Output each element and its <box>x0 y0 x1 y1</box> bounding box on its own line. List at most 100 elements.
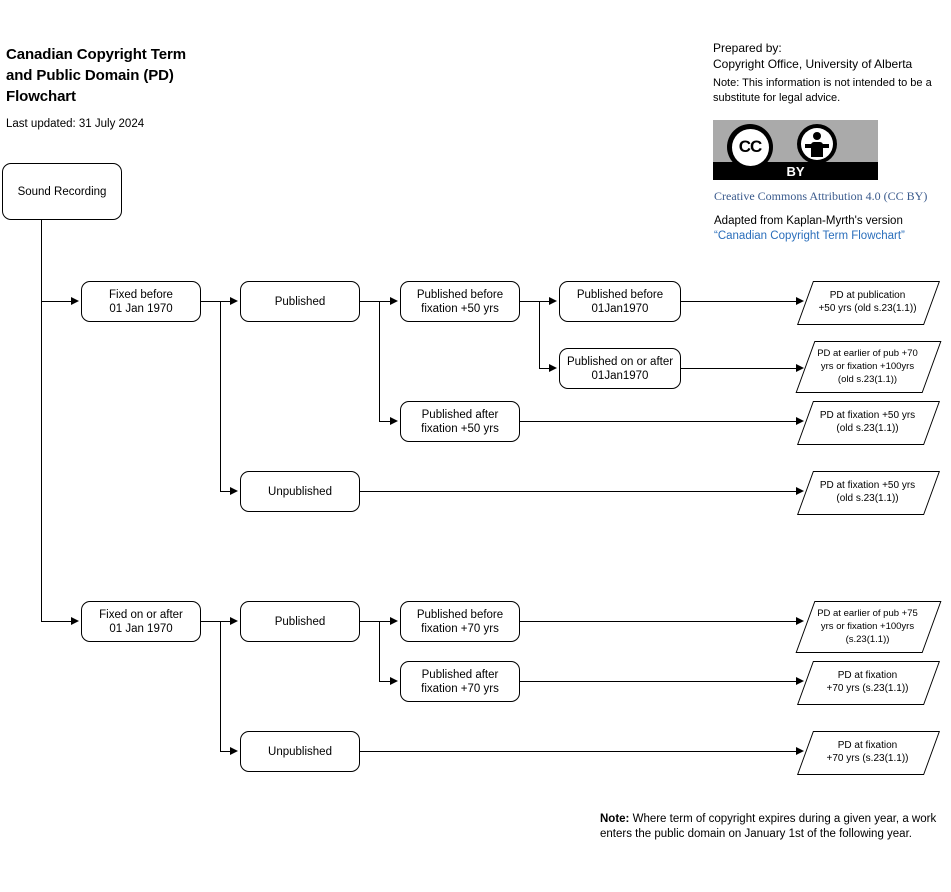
node-published-after-fixation-50[interactable]: Published after fixation +50 yrs <box>400 401 520 442</box>
outcome-line-1: PD at earlier of pub +75 <box>817 607 918 619</box>
arrow-to-o1 <box>796 297 804 305</box>
node-label-line-2: 01Jan1970 <box>591 369 649 382</box>
connector-publisheda-vert <box>379 301 381 421</box>
arrow-to-o7 <box>796 747 804 755</box>
footnote-label: Note: <box>600 813 630 825</box>
outcome-text: PD at earlier of pub +75 yrs or fixation… <box>813 607 922 646</box>
outcome-line-1: PD at fixation <box>837 670 898 681</box>
node-published-post1970[interactable]: Published <box>240 601 360 642</box>
outcome-text: PD at fixation +50 yrs (old s.23(1.1)) <box>816 409 919 435</box>
connector-root-to-fixed-pre <box>41 301 73 303</box>
prepared-by-block: Prepared by: Copyright Office, Universit… <box>713 40 948 72</box>
outcome-pd-fixation-50-a[interactable]: PD at fixation +50 yrs (old s.23(1.1)) <box>796 401 941 445</box>
outcome-line-2: yrs or fixation +100yrs <box>820 360 915 372</box>
connector-fixedpost-vert <box>220 621 222 751</box>
outcome-pd-earlier-pub75-fixation100[interactable]: PD at earlier of pub +75 yrs or fixation… <box>795 601 942 653</box>
cc-by-label: BY <box>786 164 805 179</box>
license-link[interactable]: Creative Commons Attribution 4.0 (CC BY) <box>714 189 927 204</box>
outcome-line-2: (old s.23(1.1)) <box>836 493 899 504</box>
node-unpublished-post1970[interactable]: Unpublished <box>240 731 360 772</box>
page-title: Canadian Copyright Term and Public Domai… <box>6 44 306 107</box>
connector-pbf70-to-o5 <box>520 621 798 623</box>
outcome-line-3: (old s.23(1.1)) <box>837 373 898 385</box>
node-label: Published <box>274 615 326 628</box>
prepared-by-organization: Copyright Office, University of Alberta <box>713 57 913 71</box>
outcome-pd-earlier-pub70-fixation100[interactable]: PD at earlier of pub +70 yrs or fixation… <box>795 341 942 393</box>
adapted-from-block: Adapted from Kaplan-Myrth's version “Can… <box>714 214 905 244</box>
node-label-line-1: Published after <box>421 668 499 681</box>
arrow-to-published-a <box>230 297 238 305</box>
original-flowchart-link[interactable]: “Canadian Copyright Term Flowchart” <box>714 230 905 242</box>
connector-fixedpre-out <box>201 301 221 303</box>
connector-paf50-to-o3 <box>520 421 798 423</box>
node-label-line-2: fixation +50 yrs <box>421 422 499 435</box>
node-label-line-1: Published before <box>416 288 504 301</box>
node-fixed-on-or-after-1970[interactable]: Fixed on or after 01 Jan 1970 <box>81 601 201 642</box>
prepared-by-label: Prepared by: <box>713 41 782 55</box>
person-shape <box>801 128 833 160</box>
last-updated-text: Last updated: 31 July 2024 <box>6 118 145 130</box>
node-label-line-1: Fixed before <box>109 288 173 301</box>
node-label-line-1: Published on or after <box>566 355 674 368</box>
connector-root-spine <box>41 220 43 622</box>
arrow-to-published-b <box>230 617 238 625</box>
node-published-before-fixation-50[interactable]: Published before fixation +50 yrs <box>400 281 520 322</box>
arrow-to-o3 <box>796 417 804 425</box>
outcome-pd-fixation-70-b[interactable]: PD at fixation +70 yrs (s.23(1.1)) <box>796 731 941 775</box>
node-label: Unpublished <box>268 745 332 758</box>
person-head <box>813 132 821 140</box>
connector-publisheda-out <box>360 301 380 303</box>
node-unpublished-pre1970[interactable]: Unpublished <box>240 471 360 512</box>
arrow-to-unpublished-a <box>230 487 238 495</box>
connector-publishedb-out <box>360 621 380 623</box>
arrow-to-pre1970 <box>549 297 557 305</box>
arrow-to-fixed-pre <box>71 297 79 305</box>
outcome-text: PD at earlier of pub +70 yrs or fixation… <box>813 347 922 386</box>
outcome-line-2: (old s.23(1.1)) <box>836 423 899 434</box>
creative-commons-badge-icon: CC BY <box>713 120 878 180</box>
node-published-before-fixation-70[interactable]: Published before fixation +70 yrs <box>400 601 520 642</box>
node-label-line-1: Fixed on or after <box>99 608 183 621</box>
arrow-to-o6 <box>796 677 804 685</box>
node-published-on-or-after-01jan1970[interactable]: Published on or after 01Jan1970 <box>559 348 681 389</box>
node-published-after-fixation-70[interactable]: Published after fixation +70 yrs <box>400 661 520 702</box>
outcome-line-3: (s.23(1.1)) <box>845 633 890 645</box>
cc-logo-label: CC <box>731 128 769 166</box>
adapted-from-text: Adapted from Kaplan-Myrth's version <box>714 215 903 227</box>
outcome-line-1: PD at fixation +50 yrs <box>819 480 916 491</box>
outcome-line-1: PD at publication <box>829 290 906 301</box>
arrow-to-o4 <box>796 487 804 495</box>
connector-pre1970-to-o1 <box>681 301 798 303</box>
node-published-before-01jan1970[interactable]: Published before 01Jan1970 <box>559 281 681 322</box>
outcome-pd-fixation-50-b[interactable]: PD at fixation +50 yrs (old s.23(1.1)) <box>796 471 941 515</box>
outcome-text: PD at fixation +50 yrs (old s.23(1.1)) <box>816 479 919 505</box>
node-label-line-2: fixation +70 yrs <box>421 622 499 635</box>
node-label: Sound Recording <box>17 185 107 198</box>
footnote: Note: Where term of copyright expires du… <box>600 812 945 842</box>
node-published-pre1970[interactable]: Published <box>240 281 360 322</box>
arrow-to-o2 <box>796 364 804 372</box>
outcome-pd-fixation-70-a[interactable]: PD at fixation +70 yrs (s.23(1.1)) <box>796 661 941 705</box>
connector-pbf50-vert <box>539 301 541 368</box>
page-title-line-1: Canadian Copyright Term <box>6 46 186 63</box>
arrow-to-unpublished-b <box>230 747 238 755</box>
node-label-line-1: Published before <box>576 288 664 301</box>
person-glyph <box>801 128 833 160</box>
outcome-line-1: PD at fixation +50 yrs <box>819 410 916 421</box>
node-label-line-2: 01 Jan 1970 <box>109 302 173 315</box>
arrow-to-o5 <box>796 617 804 625</box>
outcome-pd-at-publication-50[interactable]: PD at publication +50 yrs (old s.23(1.1)… <box>796 281 941 325</box>
arrow-to-fixed-post <box>71 617 79 625</box>
arrow-to-paf50 <box>390 417 398 425</box>
person-body <box>811 142 823 157</box>
outcome-line-2: +70 yrs (s.23(1.1)) <box>826 683 909 694</box>
node-label-line-1: Published after <box>421 408 499 421</box>
outcome-text: PD at fixation +70 yrs (s.23(1.1)) <box>823 739 913 765</box>
connector-root-to-fixed-post <box>41 621 73 623</box>
node-fixed-before-1970[interactable]: Fixed before 01 Jan 1970 <box>81 281 201 322</box>
node-label-line-1: Published before <box>416 608 504 621</box>
node-label-line-2: 01 Jan 1970 <box>109 622 173 635</box>
node-label-line-2: fixation +70 yrs <box>421 682 499 695</box>
outcome-text: PD at publication +50 yrs (old s.23(1.1)… <box>814 289 920 315</box>
node-sound-recording[interactable]: Sound Recording <box>2 163 122 220</box>
